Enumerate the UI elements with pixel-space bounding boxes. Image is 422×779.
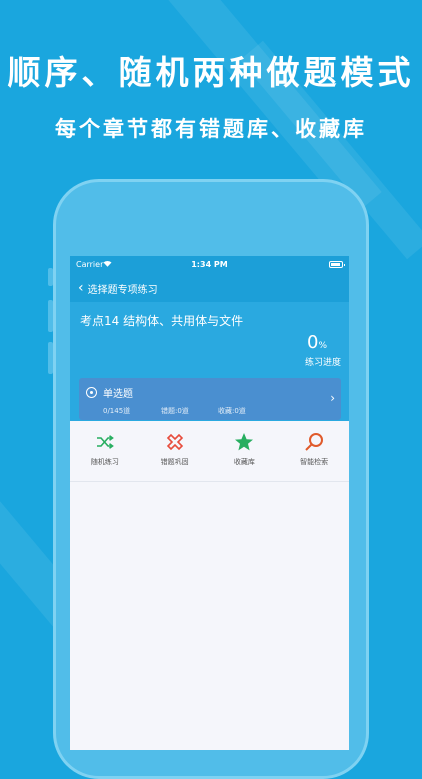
question-total: 0/145道: [103, 407, 131, 415]
wrong-review-button[interactable]: 错题巩固: [140, 421, 210, 481]
topic-title: 考点14 结构体、共用体与文件: [80, 314, 244, 328]
favorites-button[interactable]: 收藏库: [210, 421, 280, 481]
chevron-right-icon: ›: [330, 391, 335, 405]
progress-unit: %: [318, 341, 327, 351]
action-bar: 随机练习 错题巩固 收藏库 智能检索: [70, 421, 349, 482]
nav-bar: ‹ 选择题专项练习: [70, 274, 349, 302]
phone-side-button: [48, 268, 53, 286]
chapter-header: 考点14 结构体、共用体与文件 0% 练习进度 单选题 0/145道 错题:0道…: [70, 302, 349, 421]
smart-search-label: 智能检索: [300, 458, 329, 466]
progress-label: 练习进度: [304, 358, 341, 368]
search-icon: [303, 431, 325, 453]
phone-side-button: [48, 342, 53, 374]
promo-title: 顺序、随机两种做题模式: [7, 53, 415, 92]
nav-title: 选择题专项练习: [87, 284, 158, 296]
progress-value: 0: [306, 332, 319, 353]
chevron-left-icon: ‹: [78, 280, 84, 296]
favorites-label: 收藏库: [233, 458, 255, 466]
promo-subtitle: 每个章节都有错题库、收藏库: [55, 117, 367, 141]
wrong-count: 错题:0道: [161, 407, 189, 415]
phone-side-button: [48, 300, 53, 332]
random-practice-label: 随机练习: [90, 458, 119, 466]
smart-search-button[interactable]: 智能检索: [279, 421, 349, 481]
radio-icon: [86, 387, 97, 398]
back-button[interactable]: ‹ 选择题专项练习: [78, 281, 158, 296]
cross-icon: [164, 431, 186, 453]
random-practice-button[interactable]: 随机练习: [70, 421, 140, 481]
shuffle-icon: [94, 431, 116, 453]
star-icon: [233, 431, 255, 453]
wrong-review-label: 错题巩固: [160, 458, 189, 466]
status-time: 1:34 PM: [191, 260, 228, 269]
progress-percent: 0%: [307, 332, 327, 353]
phone-screen: Carrier 1:34 PM ‹ 选择题专项练习 考点14 结构体、共用体与文…: [70, 256, 349, 750]
fav-count: 收藏:0道: [218, 407, 246, 415]
question-type-card[interactable]: 单选题 0/145道 错题:0道 收藏:0道 ›: [79, 378, 341, 420]
status-bar: Carrier 1:34 PM: [70, 256, 349, 274]
battery-icon: [329, 261, 345, 268]
question-type-name: 单选题: [103, 389, 133, 400]
